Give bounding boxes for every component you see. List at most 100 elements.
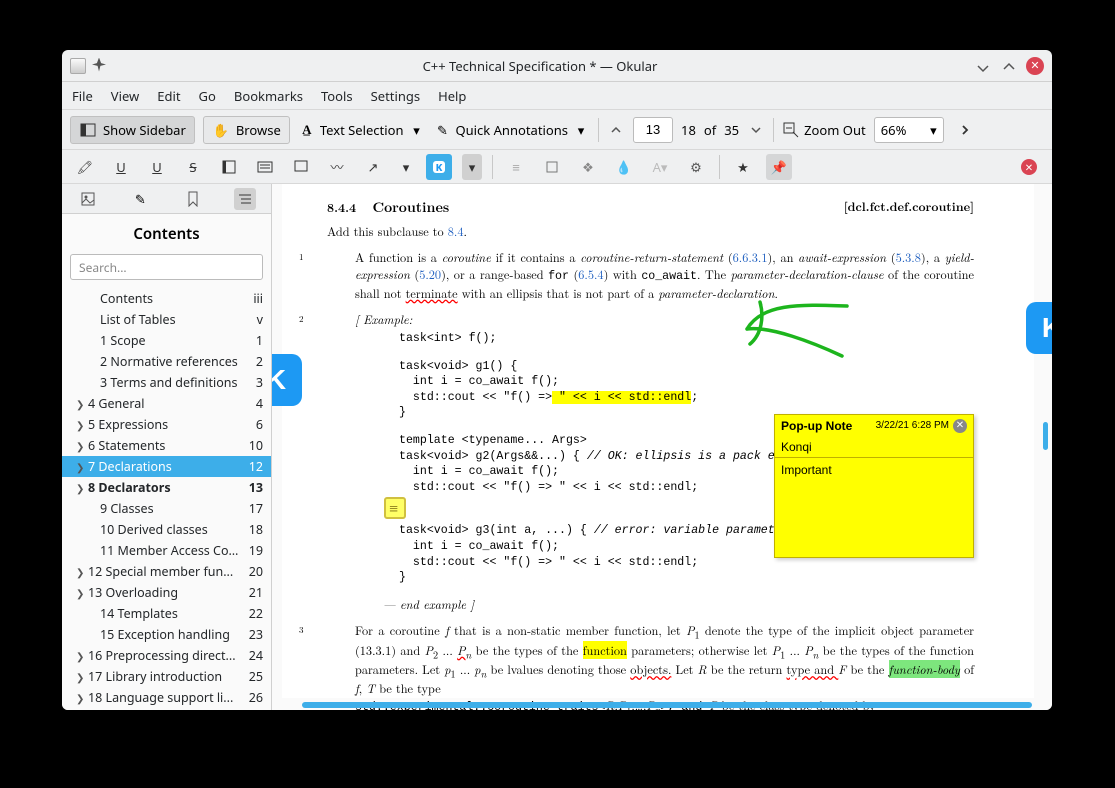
line-tool[interactable]: ↗	[360, 154, 386, 180]
popup-note-tool[interactable]	[288, 154, 314, 180]
highlight-tool[interactable]: 🖍	[72, 154, 98, 180]
chevron-down-icon[interactable]: ▾	[396, 154, 416, 180]
zoom-select[interactable]: 66% ▾	[874, 117, 944, 143]
color-tool[interactable]: ❖	[575, 154, 601, 180]
pin-icon[interactable]	[92, 58, 106, 72]
kde-stamp[interactable]: K	[272, 354, 302, 406]
page-down-icon[interactable]	[747, 121, 765, 139]
opacity-tool[interactable]: 💧	[611, 154, 637, 180]
horizontal-scrollbar[interactable]	[302, 702, 1032, 708]
chevron-down-icon[interactable]: ▾	[462, 154, 482, 180]
chevron-right-icon[interactable]	[956, 121, 974, 139]
underline2-tool[interactable]: U	[144, 154, 170, 180]
note-tool[interactable]	[216, 154, 242, 180]
bookmarks-tab[interactable]	[182, 188, 204, 210]
toc-label: 3 Terms and definitions	[100, 374, 250, 391]
toc-item[interactable]: ❯Contentsiii	[62, 288, 271, 309]
toc-item[interactable]: ❯8 Declarators13	[62, 477, 271, 498]
strike-tool[interactable]: S	[180, 154, 206, 180]
toc-label: 17 Library introduction	[88, 668, 243, 685]
toc-item[interactable]: ❯15 Exception handling23	[62, 624, 271, 645]
menu-help[interactable]: Help	[438, 87, 466, 105]
document-view[interactable]: 8.4.4 Coroutines [dcl.fct.def.coroutine]…	[272, 184, 1052, 710]
toc-item[interactable]: ❯10 Derived classes18	[62, 519, 271, 540]
chevron-right-icon: ❯	[76, 565, 86, 579]
close-annot-bar[interactable]: ✕	[1016, 154, 1042, 180]
annotations-tab[interactable]: ✎	[129, 188, 151, 210]
toc-item[interactable]: ❯14 Templates22	[62, 603, 271, 624]
menu-settings[interactable]: Settings	[371, 87, 420, 105]
hand-icon: ✋	[212, 121, 230, 139]
toc-item[interactable]: ❯7 Declarations12	[62, 456, 271, 477]
underline-tool[interactable]: U	[108, 154, 134, 180]
toc-item[interactable]: ❯16 Preprocessing direct...24	[62, 645, 271, 666]
contents-tab[interactable]	[234, 188, 256, 210]
sticky-note-icon[interactable]	[384, 497, 406, 519]
popup-note[interactable]: Pop-up Note 3/22/21 6:28 PM ✕ Konqi Impo…	[774, 414, 974, 558]
toc-page: 6	[256, 416, 263, 433]
inline-note-tool[interactable]	[252, 154, 278, 180]
toc-page: 22	[249, 605, 263, 622]
toc-item[interactable]: ❯12 Special member fun...20	[62, 561, 271, 582]
menu-go[interactable]: Go	[199, 87, 216, 105]
page-up-icon[interactable]	[607, 121, 625, 139]
menu-view[interactable]: View	[111, 87, 139, 105]
toc-item[interactable]: ❯11 Member Access Con...19	[62, 540, 271, 561]
popup-close[interactable]: ✕	[953, 419, 967, 433]
toc-item[interactable]: ❯1 Scope1	[62, 330, 271, 351]
chevron-right-icon: ❯	[76, 670, 86, 684]
pin-tool[interactable]: 📌	[766, 154, 792, 180]
browse-button[interactable]: ✋ Browse	[203, 116, 290, 144]
toc-page: 25	[249, 668, 263, 685]
sidebar-icon	[79, 121, 97, 139]
toc-page: 18	[249, 521, 263, 538]
toc-item[interactable]: ❯2 Normative references2	[62, 351, 271, 372]
toc-label: 7 Declarations	[88, 458, 243, 475]
quick-annotations-button[interactable]: Quick Annotations	[456, 121, 569, 139]
config-tool[interactable]: ⚙	[683, 154, 709, 180]
zoom-out-button[interactable]: Zoom Out	[804, 121, 866, 139]
menu-edit[interactable]: Edit	[157, 87, 180, 105]
menu-bookmarks[interactable]: Bookmarks	[234, 87, 303, 105]
minimize-button[interactable]	[974, 57, 992, 75]
chevron-down-icon[interactable]: ▾	[572, 121, 590, 139]
popup-body[interactable]: Important	[775, 457, 973, 557]
menu-tools[interactable]: Tools	[321, 87, 353, 105]
menu-file[interactable]: File	[72, 87, 93, 105]
show-sidebar-button[interactable]: Show Sidebar	[70, 116, 195, 144]
stamp-tool[interactable]: K	[426, 154, 452, 180]
toc-page: 17	[249, 500, 263, 517]
toc-label: 16 Preprocessing direct...	[88, 647, 243, 664]
toc-label: 9 Classes	[100, 500, 243, 517]
close-button[interactable]: ✕	[1026, 57, 1044, 75]
maximize-button[interactable]	[1000, 57, 1018, 75]
toc-label: Contents	[100, 290, 247, 307]
toc-item[interactable]: ❯17 Library introduction 25	[62, 666, 271, 687]
toc-item[interactable]: ❯List of Tablesv	[62, 309, 271, 330]
toc-item[interactable]: ❯5 Expressions6	[62, 414, 271, 435]
chevron-down-icon[interactable]: ▾	[408, 121, 426, 139]
section-title: Coroutines	[372, 197, 449, 217]
freehand-tool[interactable]: 〰	[324, 154, 350, 180]
text-selection-button[interactable]: Text Selection	[320, 121, 404, 139]
toc-item[interactable]: ❯18 Language support li...26	[62, 687, 271, 708]
kde-stamp[interactable]: K	[1026, 302, 1052, 354]
toc-item[interactable]: ❯13 Overloading21	[62, 582, 271, 603]
thumbnails-tab[interactable]	[77, 188, 99, 210]
toc-page: 19	[249, 542, 263, 559]
sidebar-search[interactable]: Search...	[70, 254, 263, 280]
toc-label: 5 Expressions	[88, 416, 250, 433]
align-tool[interactable]: ≡	[503, 154, 529, 180]
toc-item[interactable]: ❯9 Classes17	[62, 498, 271, 519]
toc-list[interactable]: ❯Contentsiii❯List of Tablesv❯1 Scope1❯2 …	[62, 288, 271, 710]
sidebar: ✎ Contents Search... ❯Contentsiii❯List o…	[62, 184, 272, 710]
vertical-scrollbar[interactable]	[1043, 422, 1048, 450]
toc-item[interactable]: ❯4 General4	[62, 393, 271, 414]
toc-page: 12	[249, 458, 263, 475]
toc-item[interactable]: ❯6 Statements10	[62, 435, 271, 456]
font-tool[interactable]: A▾	[647, 154, 673, 180]
page-number-input[interactable]	[633, 117, 673, 143]
bookmark-tool[interactable]: ★	[730, 154, 756, 180]
rect-tool[interactable]	[539, 154, 565, 180]
toc-item[interactable]: ❯3 Terms and definitions3	[62, 372, 271, 393]
